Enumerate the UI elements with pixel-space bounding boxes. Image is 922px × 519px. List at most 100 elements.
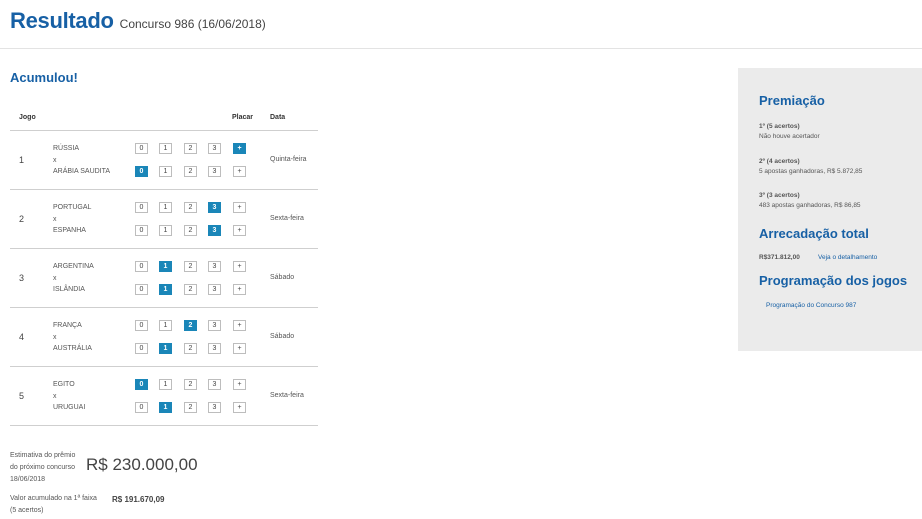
score-option-away[interactable]: 2 xyxy=(184,284,197,295)
score-option-away[interactable]: 0 xyxy=(135,166,148,177)
score-option-home[interactable]: 0 xyxy=(135,320,148,331)
result-heading: Resultado xyxy=(10,8,114,33)
score-option-away[interactable]: 2 xyxy=(184,402,197,413)
programacao-heading: Programação dos jogos xyxy=(759,273,908,288)
game-row: 1 RÚSSIA x ARÁBIA SAUDITA Quinta-feira 0 1 2 3 +0… xyxy=(10,131,318,189)
score-option-away[interactable]: 0 xyxy=(135,402,148,413)
score-option-home[interactable]: + xyxy=(233,320,246,331)
score-option-away[interactable]: 1 xyxy=(159,284,172,295)
score-option-away[interactable]: 1 xyxy=(159,225,172,236)
score-option-home[interactable]: 0 xyxy=(135,261,148,272)
col-header-jogo: Jogo xyxy=(19,114,36,121)
score-option-away[interactable]: 1 xyxy=(159,166,172,177)
score-option-away[interactable]: 3 xyxy=(208,343,221,354)
team-home: ARGENTINA xyxy=(53,263,94,270)
game-date: Sábado xyxy=(270,274,295,281)
game-row: 4 FRANÇA x AUSTRÁLIA Sábado 0 1 2 3 +0 1 2 3 + xyxy=(10,308,318,366)
score-option-away[interactable]: 0 xyxy=(135,225,148,236)
score-option-away[interactable]: 2 xyxy=(184,166,197,177)
versus-label: x xyxy=(53,334,57,341)
score-option-away[interactable]: 3 xyxy=(208,225,221,236)
team-away: AUSTRÁLIA xyxy=(53,345,92,352)
versus-label: x xyxy=(53,393,57,400)
score-option-home[interactable]: 3 xyxy=(208,202,221,213)
score-option-away[interactable]: + xyxy=(233,402,246,413)
score-option-home[interactable]: 2 xyxy=(184,202,197,213)
programacao-link[interactable]: Programação do Concurso 987 xyxy=(766,302,856,309)
col-header-data: Data xyxy=(270,114,286,121)
game-row: 3 ARGENTINA x ISLÂNDIA Sábado 0 1 2 3 +0 1 2 3 + xyxy=(10,249,318,307)
arrecadacao-heading: Arrecadação total xyxy=(759,226,869,241)
score-option-home[interactable]: 1 xyxy=(159,379,172,390)
team-home: FRANÇA xyxy=(53,322,82,329)
sidebar-panel: Premiação 1º (5 acertos) Não houve acert… xyxy=(738,68,922,351)
game-date: Quinta-feira xyxy=(270,156,307,163)
score-option-home[interactable]: 1 xyxy=(159,320,172,331)
game-number: 1 xyxy=(19,155,25,165)
score-option-home[interactable]: + xyxy=(233,261,246,272)
score-option-home[interactable]: 3 xyxy=(208,320,221,331)
score-option-away[interactable]: + xyxy=(233,343,246,354)
game-number: 2 xyxy=(19,214,25,224)
tier-3-desc: 483 apostas ganhadoras, R$ 86,85 xyxy=(759,202,861,209)
score-option-away[interactable]: 3 xyxy=(208,402,221,413)
score-option-home[interactable]: + xyxy=(233,143,246,154)
team-home: RÚSSIA xyxy=(53,145,80,152)
score-option-home[interactable]: 3 xyxy=(208,379,221,390)
estimate-label: Estimativa do prêmio do próximo concurso… xyxy=(10,452,76,483)
col-header-placar: Placar xyxy=(232,114,254,121)
score-option-home[interactable]: 2 xyxy=(184,143,197,154)
versus-label: x xyxy=(53,157,57,164)
score-option-away[interactable]: + xyxy=(233,284,246,295)
tier-2-desc: 5 apostas ganhadoras, R$ 5.872,85 xyxy=(759,168,863,175)
team-home: PORTUGAL xyxy=(53,204,92,211)
accumulated-label: Valor acumulado na 1ª faixa (5 acertos) xyxy=(10,495,97,514)
page-title: Resultado Concurso 986 (16/06/2018) xyxy=(10,8,266,34)
team-home: EGITO xyxy=(53,381,75,388)
game-date: Sexta-feira xyxy=(270,392,304,399)
estimate-value: R$ 230.000,00 xyxy=(86,455,198,474)
detalhamento-link[interactable]: Veja o detalhamento xyxy=(818,254,877,261)
header-divider xyxy=(0,48,922,49)
score-option-away[interactable]: 2 xyxy=(184,343,197,354)
score-option-home[interactable]: 0 xyxy=(135,202,148,213)
team-away: ARÁBIA SAUDITA xyxy=(53,168,111,175)
game-date: Sexta-feira xyxy=(270,215,304,222)
score-option-home[interactable]: 0 xyxy=(135,143,148,154)
game-number: 3 xyxy=(19,273,25,283)
score-option-away[interactable]: 1 xyxy=(159,402,172,413)
status-heading: Acumulou! xyxy=(10,70,78,85)
score-option-away[interactable]: 0 xyxy=(135,343,148,354)
team-away: URUGUAI xyxy=(53,404,86,411)
score-option-home[interactable]: + xyxy=(233,202,246,213)
score-option-home[interactable]: 2 xyxy=(184,320,197,331)
tier-1-desc: Não houve acertador xyxy=(759,133,820,140)
score-option-home[interactable]: 1 xyxy=(159,202,172,213)
tier-1-title: 1º (5 acertos) xyxy=(759,123,800,130)
tier-3-title: 3º (3 acertos) xyxy=(759,192,800,199)
score-option-away[interactable]: 2 xyxy=(184,225,197,236)
score-option-away[interactable]: + xyxy=(233,166,246,177)
premiacao-heading: Premiação xyxy=(759,93,825,108)
versus-label: x xyxy=(53,216,57,223)
score-option-away[interactable]: + xyxy=(233,225,246,236)
score-option-home[interactable]: + xyxy=(233,379,246,390)
score-option-home[interactable]: 3 xyxy=(208,261,221,272)
game-number: 4 xyxy=(19,332,25,342)
score-option-away[interactable]: 3 xyxy=(208,284,221,295)
game-row: 5 EGITO x URUGUAI Sexta-feira 0 1 2 3 +0 1 2 3 + xyxy=(10,367,318,425)
team-away: ESPANHA xyxy=(53,227,86,234)
score-option-home[interactable]: 3 xyxy=(208,143,221,154)
score-option-home[interactable]: 2 xyxy=(184,379,197,390)
row-divider xyxy=(10,425,318,426)
score-option-home[interactable]: 0 xyxy=(135,379,148,390)
score-option-away[interactable]: 1 xyxy=(159,343,172,354)
score-option-home[interactable]: 1 xyxy=(159,261,172,272)
score-option-home[interactable]: 1 xyxy=(159,143,172,154)
game-number: 5 xyxy=(19,391,25,401)
score-option-home[interactable]: 2 xyxy=(184,261,197,272)
accumulated-value: R$ 191.670,09 xyxy=(112,495,165,504)
score-option-away[interactable]: 0 xyxy=(135,284,148,295)
score-option-away[interactable]: 3 xyxy=(208,166,221,177)
game-row: 2 PORTUGAL x ESPANHA Sexta-feira 0 1 2 3 +0 1 2 3 + xyxy=(10,190,318,248)
